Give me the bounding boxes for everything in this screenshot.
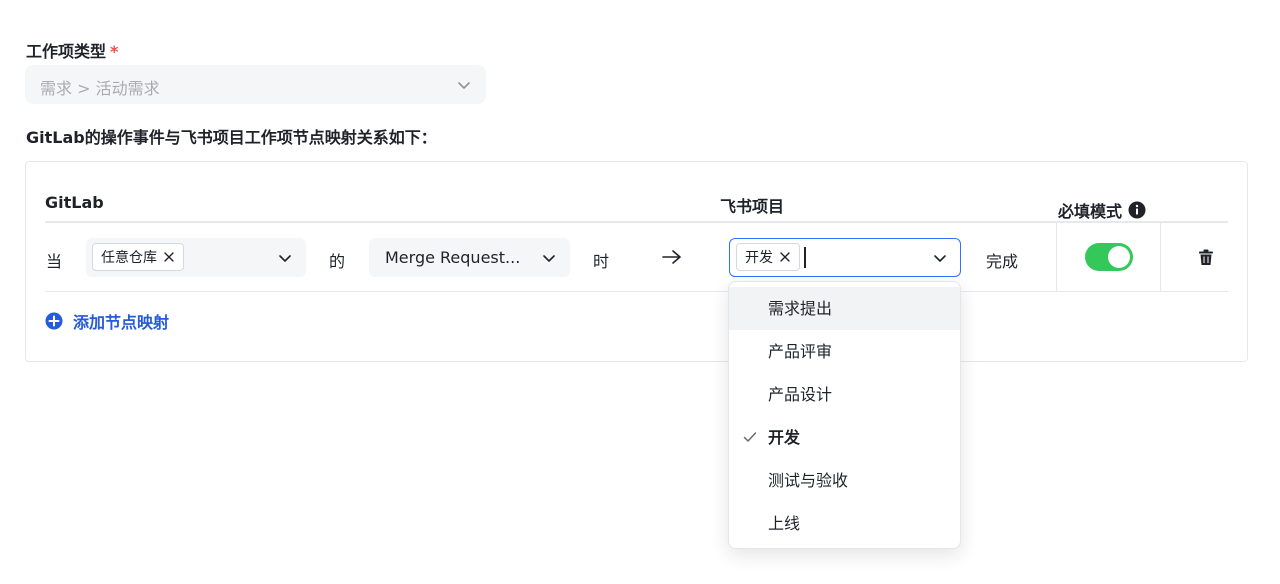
add-node-mapping-link[interactable]: 添加节点映射: [45, 309, 169, 333]
add-node-mapping-label: 添加节点映射: [73, 313, 170, 332]
node-dropdown-menu: 需求提出 产品评审 产品设计 开发 测试与验收 上线: [728, 281, 961, 549]
repository-tag-label: 任意仓库: [101, 250, 157, 266]
event-select-value: Merge Request...: [385, 248, 521, 267]
dropdown-option[interactable]: 产品设计: [729, 373, 960, 416]
event-select[interactable]: Merge Request...: [369, 238, 570, 277]
header-feishu-project: 飞书项目: [720, 197, 785, 216]
node-tag: 开发: [736, 243, 800, 271]
header-required-mode: 必填模式: [1058, 198, 1146, 222]
header-required-mode-label: 必填模式: [1058, 202, 1123, 221]
of-text: 的: [329, 252, 346, 271]
node-select[interactable]: 开发: [729, 238, 961, 277]
column-divider: [1160, 223, 1161, 291]
work-item-type-label: 工作项类型 *: [26, 42, 119, 61]
chevron-down-icon: [934, 255, 946, 262]
plus-circle-icon: [45, 312, 63, 330]
repository-tag: 任意仓库: [92, 243, 184, 271]
dropdown-option[interactable]: 测试与验收: [729, 459, 960, 502]
when-text: 当: [46, 252, 63, 271]
dropdown-option[interactable]: 上线: [729, 502, 960, 545]
row-divider: [45, 291, 1228, 292]
mapping-description: GitLab的操作事件与飞书项目工作项节点映射关系如下：: [26, 128, 437, 147]
complete-text: 完成: [986, 252, 1019, 271]
dropdown-option-selected[interactable]: 开发: [729, 416, 960, 459]
required-mode-toggle[interactable]: [1085, 243, 1133, 271]
text-caret: [804, 247, 806, 268]
arrow-right-icon: [662, 250, 681, 264]
option-label: 上线: [768, 514, 801, 533]
required-mark: *: [110, 42, 119, 61]
close-icon[interactable]: [163, 251, 175, 263]
trash-icon[interactable]: [1198, 249, 1214, 266]
option-label: 产品设计: [768, 385, 833, 404]
chevron-down-icon: [458, 82, 470, 89]
info-icon[interactable]: [1128, 201, 1146, 219]
header-gitlab: GitLab: [45, 193, 104, 212]
close-icon[interactable]: [779, 251, 791, 263]
dropdown-option[interactable]: 需求提出: [729, 287, 960, 330]
toggle-knob: [1108, 246, 1130, 268]
dropdown-option[interactable]: 产品评审: [729, 330, 960, 373]
chevron-down-icon: [279, 255, 291, 262]
node-tag-label: 开发: [745, 250, 773, 266]
option-label: 开发: [768, 428, 801, 447]
option-label: 需求提出: [768, 299, 833, 318]
chevron-down-icon: [543, 255, 555, 262]
header-divider: [45, 221, 1228, 223]
repository-select[interactable]: 任意仓库: [86, 238, 306, 277]
work-item-type-select[interactable]: 需求 > 活动需求: [25, 65, 486, 104]
work-item-type-value: 需求 > 活动需求: [40, 79, 160, 98]
option-label: 产品评审: [768, 342, 833, 361]
time-text: 时: [593, 252, 610, 271]
check-icon: [743, 432, 757, 442]
option-label: 测试与验收: [768, 471, 849, 490]
column-divider: [1056, 223, 1057, 291]
